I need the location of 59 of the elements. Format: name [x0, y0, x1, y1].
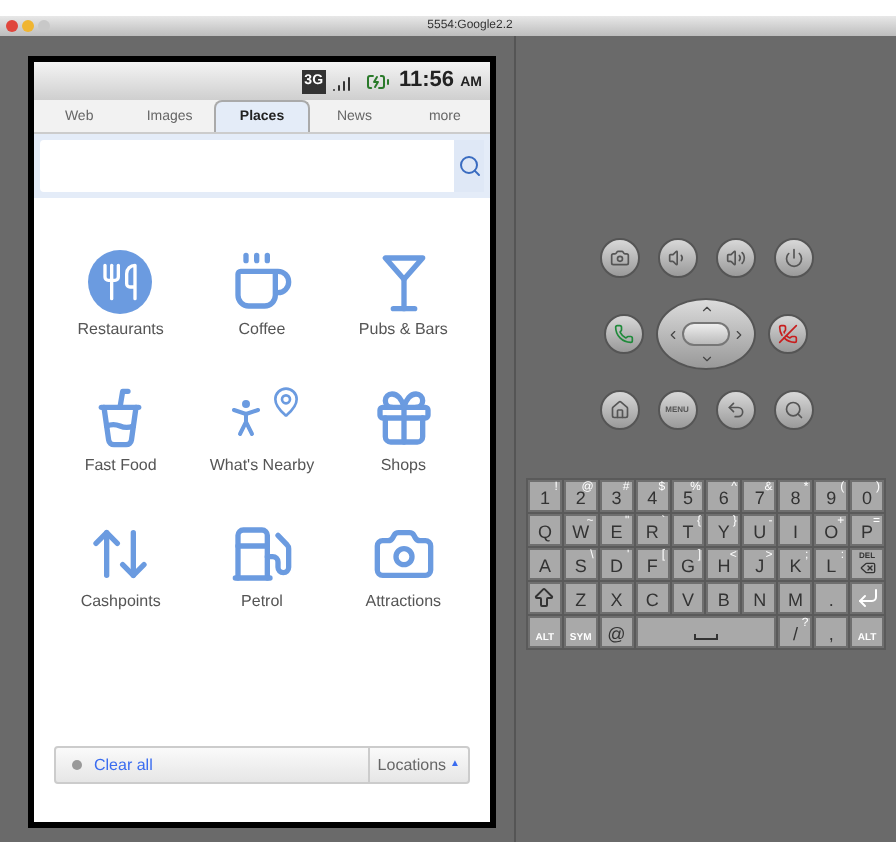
key[interactable]: I: [778, 514, 813, 546]
category-item[interactable]: Fast Food: [50, 386, 192, 474]
key[interactable]: V: [671, 582, 705, 614]
key[interactable]: Z: [563, 582, 598, 614]
category-item[interactable]: Petrol: [191, 522, 333, 610]
category-item[interactable]: Shops: [332, 386, 474, 474]
dpad[interactable]: [656, 298, 756, 370]
enter-key[interactable]: [850, 582, 884, 614]
category-item[interactable]: Attractions: [332, 522, 474, 610]
key[interactable]: N: [742, 582, 777, 614]
power-button[interactable]: [773, 238, 813, 278]
category-item[interactable]: Pubs & Bars: [332, 250, 474, 338]
key[interactable]: M: [778, 582, 813, 614]
call-button[interactable]: [604, 314, 644, 354]
key[interactable]: @: [599, 616, 634, 648]
fork-knife-icon: [88, 250, 153, 314]
coffee-cup-icon: [229, 250, 294, 314]
home-icon: [609, 400, 629, 420]
key[interactable]: A: [528, 548, 562, 580]
hang-up-icon: [778, 324, 798, 344]
back-button[interactable]: [715, 390, 755, 430]
search-icon: [457, 154, 481, 178]
key[interactable]: .: [814, 582, 849, 614]
backspace-icon: [859, 560, 876, 576]
shift-key[interactable]: [528, 582, 562, 614]
key[interactable]: ,: [814, 616, 849, 648]
space-bar-icon: [693, 634, 718, 640]
space-key[interactable]: [635, 616, 777, 648]
volume-down-button[interactable]: [657, 238, 697, 278]
category-item[interactable]: Cashpoints: [50, 522, 192, 610]
back-arrow-icon: [725, 400, 745, 420]
battery-icon: [361, 69, 394, 93]
end-call-button[interactable]: [768, 314, 808, 354]
phone-handset-icon: [614, 324, 634, 344]
volume-up-button[interactable]: [715, 238, 755, 278]
enter-arrow-icon: [855, 586, 880, 610]
key[interactable]: Q: [528, 514, 562, 546]
search-field[interactable]: [40, 140, 454, 192]
gift-icon: [371, 386, 436, 450]
power-icon: [783, 248, 803, 268]
fuel-pump-icon: [229, 522, 294, 586]
search-key-button[interactable]: [773, 390, 813, 430]
volume-up-icon: [725, 248, 745, 268]
category-item[interactable]: Coffee: [191, 250, 333, 338]
category-item[interactable]: Restaurants: [50, 250, 192, 338]
volume-down-icon: [667, 248, 687, 268]
key[interactable]: C: [635, 582, 670, 614]
search-icon: [783, 400, 803, 420]
category-item[interactable]: What's Nearby: [191, 386, 333, 474]
clear-all-link[interactable]: Clear all: [94, 753, 153, 777]
search-button[interactable]: [454, 140, 484, 192]
key[interactable]: X: [599, 582, 634, 614]
shift-arrow-icon: [532, 586, 557, 610]
close-window-icon[interactable]: [6, 20, 18, 32]
camera-icon: [609, 248, 629, 268]
camera-button[interactable]: [599, 238, 639, 278]
center-button[interactable]: [682, 322, 730, 346]
home-button[interactable]: [599, 390, 639, 430]
key[interactable]: B: [706, 582, 741, 614]
